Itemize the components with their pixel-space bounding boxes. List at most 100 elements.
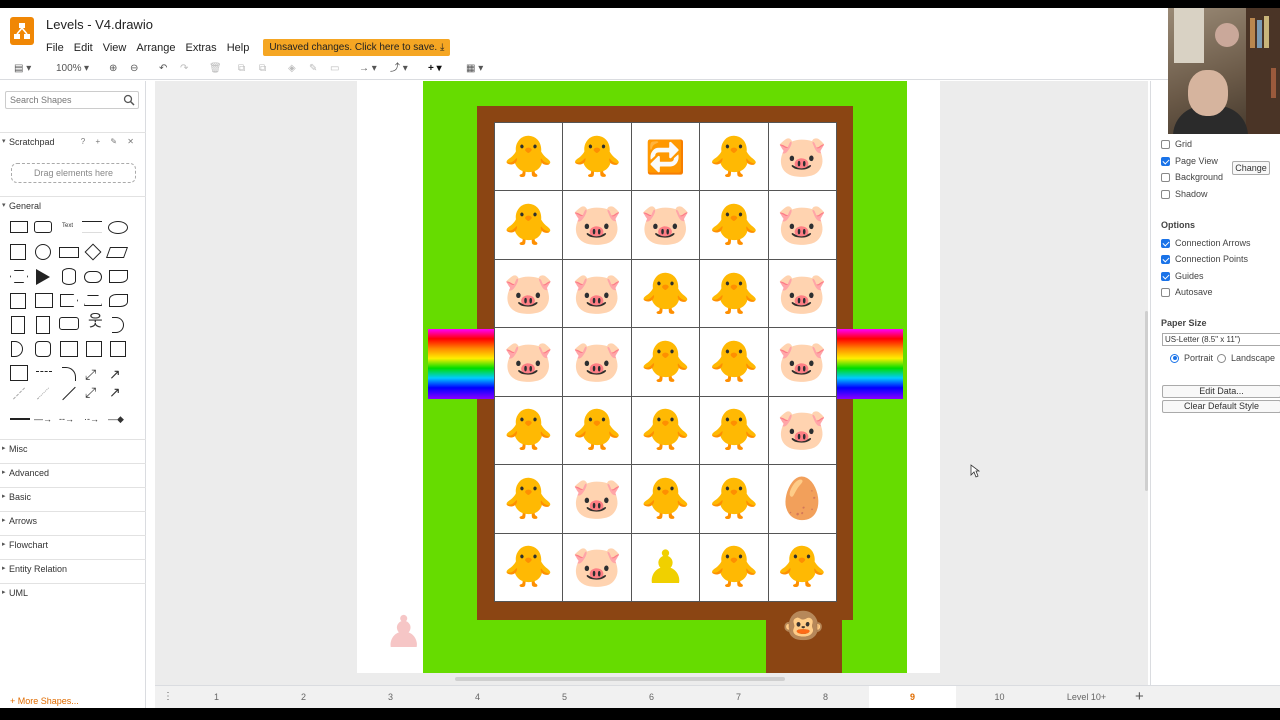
page-tab-3[interactable]: 3 <box>347 686 434 708</box>
shape-step[interactable] <box>60 294 78 307</box>
shape-actor[interactable]: 웃 <box>88 314 103 330</box>
zoom-select[interactable]: 100% <box>56 62 82 76</box>
shape-container[interactable] <box>60 341 78 357</box>
shape-data-storage[interactable] <box>35 341 51 357</box>
rainbow-portal-left[interactable] <box>428 329 494 399</box>
board-cell[interactable]: 🐷 <box>768 328 837 397</box>
shape-internal-storage[interactable] <box>10 293 26 309</box>
scratchpad-dropzone[interactable]: Drag elements here <box>11 163 136 183</box>
board-cell[interactable]: 🐥 <box>495 191 564 260</box>
menu-help[interactable]: Help <box>227 42 250 54</box>
insert-icon[interactable]: + ▾ <box>428 62 442 76</box>
edit-data-button[interactable]: Edit Data... <box>1162 385 1280 398</box>
shape-parallelogram[interactable] <box>105 247 129 258</box>
section-advanced[interactable]: ▸ Advanced <box>0 463 146 481</box>
line-color-icon[interactable]: ✎ <box>309 62 317 76</box>
shape-circle[interactable] <box>35 244 51 260</box>
shape-connector-4[interactable]: —◆ <box>108 415 124 424</box>
shape-connector-3[interactable]: ·-→ <box>84 415 99 424</box>
shape-connector-1[interactable]: —→ <box>34 415 52 424</box>
page-tab-5[interactable]: 5 <box>521 686 608 708</box>
shape-link[interactable] <box>10 418 30 420</box>
board-cell[interactable]: 🐥 <box>495 465 564 534</box>
shape-directional-connector[interactable]: ↗ <box>109 385 121 399</box>
section-arrows[interactable]: ▸ Arrows <box>0 511 146 529</box>
zoom-in-icon[interactable]: ⊕ <box>109 62 117 76</box>
connection-arrows-checkbox[interactable]: Connection Arrows <box>1161 238 1251 248</box>
background-check[interactable] <box>1161 172 1170 182</box>
pawn-piece-outside[interactable]: ♟ <box>384 611 423 655</box>
portrait-radio[interactable]: Portrait <box>1170 353 1213 363</box>
connection-points-check[interactable] <box>1161 254 1170 264</box>
shape-rounded-rectangle[interactable] <box>34 221 52 233</box>
grid-check[interactable] <box>1161 139 1170 149</box>
page-tab-1[interactable]: 1 <box>173 686 260 708</box>
page-tab-4[interactable]: 4 <box>434 686 521 708</box>
board-cell[interactable]: 🐥 <box>631 465 701 534</box>
autosave-checkbox[interactable]: Autosave <box>1161 287 1213 297</box>
shape-trapezoid[interactable] <box>84 295 102 306</box>
shape-arrow[interactable]: ↗ <box>109 367 121 381</box>
scratchpad-actions-icon[interactable]: ? + ✎ ✕ <box>81 133 138 151</box>
to-front-icon[interactable]: ⧉ <box>238 62 245 76</box>
menu-extras[interactable]: Extras <box>186 42 217 54</box>
shadow-checkbox[interactable]: Shadow <box>1161 189 1208 199</box>
page-tab-2[interactable]: 2 <box>260 686 347 708</box>
paper-size-select[interactable]: US-Letter (8.5" x 11") <box>1162 333 1280 346</box>
shape-square[interactable] <box>10 244 26 260</box>
page-tab-9[interactable]: 9 <box>869 686 956 708</box>
shape-list[interactable] <box>10 365 28 381</box>
format-panel-toggle-icon[interactable]: ▤ ▾ <box>14 62 31 76</box>
board-cell[interactable]: 🐷 <box>768 396 837 466</box>
board-cell[interactable]: 🐷 <box>495 328 564 397</box>
shadow-check[interactable] <box>1161 189 1170 199</box>
undo-icon[interactable]: ↶ <box>159 62 167 76</box>
board-cell[interactable]: 🐷 <box>563 259 632 329</box>
shape-frame[interactable] <box>86 341 102 357</box>
board-cell[interactable]: 🐥 <box>495 533 564 602</box>
shape-cloud[interactable] <box>84 271 102 283</box>
section-general[interactable]: ▾ General <box>0 196 146 214</box>
board-cell[interactable]: 🐷 <box>563 328 632 397</box>
board-cell[interactable]: 🐥 <box>768 533 837 602</box>
zoom-out-icon[interactable]: ⊖ <box>130 62 138 76</box>
section-basic[interactable]: ▸ Basic <box>0 487 146 505</box>
board-cell[interactable]: 🐥 <box>495 123 564 192</box>
table-icon[interactable]: ▦ ▾ <box>466 62 483 76</box>
menu-edit[interactable]: Edit <box>74 42 93 54</box>
shape-diamond[interactable] <box>84 243 102 261</box>
board-cell[interactable]: 🐥 <box>700 533 769 602</box>
board-cell[interactable]: 🐷 <box>563 191 632 260</box>
board-cell[interactable]: 🐥 <box>563 396 632 466</box>
board-cell[interactable]: 🐥 <box>563 123 632 192</box>
board-cell[interactable]: 🔁 <box>631 123 701 192</box>
page-tab-11[interactable]: Level 10+ <box>1043 686 1130 708</box>
board-cell[interactable]: 🐥 <box>700 396 769 466</box>
shape-bidirectional-connector[interactable]: ⤢ <box>85 385 96 399</box>
board-cell[interactable]: 🐥 <box>700 191 769 260</box>
landscape-radio[interactable]: Landscape <box>1217 353 1275 363</box>
connection-icon[interactable]: → ▾ <box>359 62 377 76</box>
shadow-icon[interactable]: ▭ <box>330 62 339 76</box>
board-cell[interactable]: 🥚 <box>768 465 837 534</box>
page-view-checkbox[interactable]: Page View <box>1161 156 1218 166</box>
add-page-icon[interactable]: + <box>1135 688 1144 705</box>
shape-delay[interactable] <box>11 341 23 357</box>
page-tab-6[interactable]: 6 <box>608 686 695 708</box>
menu-view[interactable]: View <box>103 42 127 54</box>
shape-dotted-line[interactable] <box>12 387 26 400</box>
shape-line[interactable] <box>62 386 76 401</box>
shape-tape[interactable] <box>109 294 128 307</box>
shape-note[interactable] <box>11 316 25 334</box>
connection-arrows-check[interactable] <box>1161 238 1170 248</box>
zoom-dropdown-icon[interactable]: ▾ <box>84 62 89 76</box>
horizontal-scrollbar[interactable] <box>455 677 785 681</box>
board-cell[interactable]: 🐥 <box>700 328 769 397</box>
shape-process[interactable] <box>59 247 79 258</box>
unsaved-changes-button[interactable]: Unsaved changes. Click here to save. ⤓ <box>263 39 451 56</box>
section-flowchart[interactable]: ▸ Flowchart <box>0 535 146 553</box>
board-cell[interactable]: 🐷 <box>563 465 632 534</box>
shape-or[interactable] <box>112 317 124 333</box>
shape-swimlane[interactable] <box>110 341 126 357</box>
grid-checkbox[interactable]: Grid <box>1161 139 1192 149</box>
